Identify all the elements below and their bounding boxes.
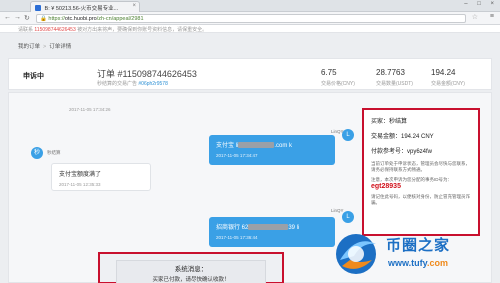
breadcrumb: 我的订单 > 订单详情: [18, 42, 71, 50]
stat-value: 28.7763: [376, 68, 405, 77]
stat-label: 交易数量(USDT): [376, 81, 413, 87]
redacted-block: [238, 142, 275, 148]
site-favicon-icon: [35, 5, 41, 11]
order-title: 订单 #115098744626453: [97, 69, 197, 79]
message-text: 招商银行 62: [216, 225, 249, 231]
chat-message-left: 支付宝额度满了 2017-11-05 12:35:33: [51, 163, 151, 191]
bookmark-star-icon[interactable]: ☆: [472, 13, 478, 21]
stat-quantity: 28.7763 交易数量(USDT): [376, 68, 413, 87]
message-time: 2017-11-05 17:34:47: [216, 153, 258, 158]
address-bar[interactable]: 🔒 https://otc.huobi.pro/zh-cn/appeal/298…: [36, 14, 466, 23]
breadcrumb-separator: >: [43, 44, 47, 50]
stat-label: 交易金额(CNY): [431, 81, 465, 87]
notice-text-after: 被对方出来将声，要确保到你账号资料信息，请保重安全。: [75, 27, 208, 33]
avatar: 秒: [31, 147, 43, 159]
reload-icon[interactable]: ↻: [24, 14, 30, 22]
message-time: 2017-11-05 17:34:26: [69, 107, 111, 112]
browser-toolbar: ← → ↻ 🔒 https://otc.huobi.pro/zh-cn/appe…: [0, 12, 500, 25]
ad-link[interactable]: #06ph2r9578: [138, 81, 167, 87]
order-sub-prefix: 秒结算的交易广告: [97, 81, 139, 87]
system-message-box: 系统消息： 买家已付款，请尽快确认收款！: [98, 252, 284, 283]
breadcrumb-current: 订单详情: [49, 44, 72, 50]
order-header: 申诉中 订单 #115098744626453 秒结算的交易广告 #06ph2r…: [8, 58, 492, 90]
sender-name: LinQY: [331, 208, 344, 213]
message-text: 支付宝额度满了: [59, 172, 102, 178]
stat-value: 6.75: [321, 68, 337, 77]
appeal-id: egt28935: [371, 183, 401, 190]
sender-name: 秒结算: [47, 150, 61, 155]
window-controls[interactable]: – □ ×: [464, 1, 498, 7]
message-text: 支付宝 li: [216, 143, 239, 149]
chat-message-right: 招商银行 62 39 li 2017-11-05 17:36:44: [209, 217, 335, 247]
lock-icon: 🔒: [40, 16, 47, 22]
buyer-name: 买家：秒结算: [371, 119, 408, 125]
watermark: 币圈之家 www.tufy.com: [332, 228, 498, 280]
watermark-url: www.tufy.com: [388, 258, 448, 268]
message-text: .com k: [274, 143, 293, 149]
url-path: /zh-cn/appeal/2981: [96, 16, 144, 22]
appeal-warning: 请记住此号码，以便核对身份，防止冒充管理员诈骗。: [371, 194, 470, 205]
trade-amount: 交易金额：194.24 CNY: [371, 134, 434, 140]
stat-amount: 194.24 交易金额(CNY): [431, 68, 465, 87]
notice-number: 115098744626453: [34, 27, 76, 33]
appeal-note: 当前订单处于申诉状态，管理员会尽快与您联系，请务必保持联系方式畅通。: [371, 161, 470, 172]
redacted-block: [248, 224, 289, 230]
system-message: 系统消息： 买家已付款，请尽快确认收款！: [116, 260, 266, 283]
url-scheme: https://: [48, 16, 65, 22]
breadcrumb-home[interactable]: 我的订单: [18, 44, 40, 50]
watermark-brand: 币圈之家: [386, 237, 451, 254]
browser-tabbar: B: ¥ 50213.56-火币交易专业... × – □ ×: [0, 0, 500, 12]
url-host: otc.huobi.pro: [64, 16, 97, 22]
message-text: 39 li: [288, 225, 300, 231]
system-message-title: 系统消息：: [174, 266, 208, 273]
order-status: 申诉中: [23, 73, 44, 80]
chat-message-right: 支付宝 li .com k 2017-11-05 17:34:47: [209, 135, 335, 165]
message-time: 2017-11-05 12:35:33: [59, 182, 101, 187]
back-icon[interactable]: ←: [4, 14, 11, 21]
avatar: L: [342, 129, 354, 141]
notice-text-before: 请联系: [18, 27, 35, 33]
stat-label: 交易价格(CNY): [321, 81, 355, 87]
buyer-info-box: 买家：秒结算 交易金额：194.24 CNY 付款参考号：vpy6z4fw 当前…: [362, 108, 480, 236]
watermark-url-main: www.tufy: [388, 258, 427, 268]
watermark-logo-icon: [336, 234, 376, 274]
message-time: 2017-11-05 17:36:44: [216, 235, 258, 240]
forward-icon[interactable]: →: [14, 14, 21, 21]
order-subtitle: 秒结算的交易广告 #06ph2r9578: [97, 80, 168, 87]
payment-reference: 付款参考号：vpy6z4fw: [371, 149, 433, 155]
browser-menu-icon[interactable]: ≡: [490, 13, 494, 20]
tab-close-icon[interactable]: ×: [132, 3, 136, 9]
avatar: L: [342, 211, 354, 223]
system-message-text: 买家已付款，请尽快确认收款！: [152, 277, 230, 283]
notice-strip: 请联系 115098744626453 被对方出来将声，要确保到你账号资料信息，…: [0, 25, 500, 33]
watermark-url-accent: .com: [427, 258, 449, 268]
browser-tab[interactable]: B: ¥ 50213.56-火币交易专业... ×: [30, 1, 140, 12]
stat-value: 194.24: [431, 68, 456, 77]
stat-price: 6.75 交易价格(CNY): [321, 68, 355, 87]
